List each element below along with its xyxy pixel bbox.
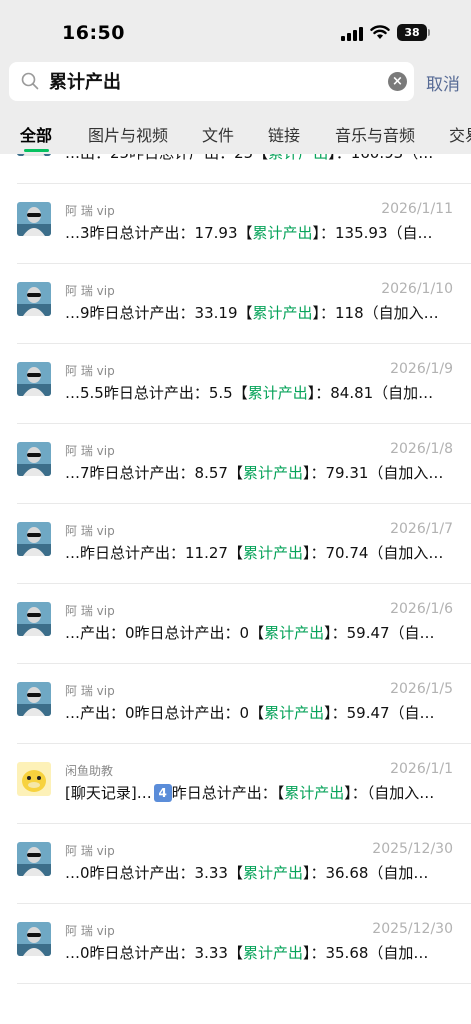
message-date: 2026/1/7 [390, 521, 453, 537]
wifi-icon [370, 25, 390, 39]
person-icon [17, 922, 51, 956]
message-snippet: …出：25昨日总计产出：25【累计产出】：160.93（… [65, 154, 457, 163]
result-item[interactable]: 阿 瑞 vip 2026/1/6 …产出：0昨日总计产出：0【累计产出】：59.… [0, 584, 471, 664]
search-results-list: …出：25昨日总计产出：25【累计产出】：160.93（… 阿 瑞 vip 20… [0, 154, 471, 1024]
message-snippet: …9昨日总计产出：33.19【累计产出】：118（自加入… [65, 304, 439, 322]
sender-name: 阿 瑞 vip [65, 684, 115, 698]
sender-name: 闲鱼助教 [65, 764, 114, 778]
message-date: 2026/1/9 [390, 361, 453, 377]
sender-name: 阿 瑞 vip [65, 284, 115, 298]
message-date: 2026/1/8 [390, 441, 453, 457]
sender-name: 阿 瑞 vip [65, 444, 115, 458]
avatar [17, 522, 51, 556]
duck-icon [17, 762, 51, 796]
message-snippet: …昨日总计产出：11.27【累计产出】：70.74（自加入… [65, 544, 444, 562]
search-input[interactable] [49, 70, 379, 91]
person-icon [17, 154, 51, 156]
avatar [17, 922, 51, 956]
battery-icon: 38 [397, 24, 430, 41]
result-item[interactable]: 阿 瑞 vip 2025/12/30 …0昨日总计产出：3.33【累计产出】：3… [0, 904, 471, 984]
message-snippet: …7昨日总计产出：8.57【累计产出】：79.31（自加入… [65, 464, 444, 482]
keycap-number-icon: 4 [153, 784, 172, 802]
search-icon [21, 72, 39, 90]
person-icon [17, 682, 51, 716]
tab-images-videos[interactable]: 图片与视频 [88, 122, 168, 146]
sender-name: 阿 瑞 vip [65, 844, 115, 858]
status-bar: 16:50 38 [0, 0, 471, 58]
message-date: 2026/1/1 [390, 761, 453, 777]
avatar [17, 682, 51, 716]
message-snippet: …5.5昨日总计产出：5.5【累计产出】：84.81（自加… [65, 384, 434, 402]
tab-files[interactable]: 文件 [202, 122, 234, 146]
message-date: 2026/1/6 [390, 601, 453, 617]
status-time: 16:50 [62, 22, 125, 44]
result-item[interactable]: 阿 瑞 vip 2026/1/9 …5.5昨日总计产出：5.5【累计产出】：84… [0, 344, 471, 424]
avatar [17, 362, 51, 396]
sender-name: 阿 瑞 vip [65, 604, 115, 618]
result-item[interactable]: 阿 瑞 vip 2026/1/11 …3昨日总计产出：17.93【累计产出】：1… [0, 184, 471, 264]
tab-all[interactable]: 全部 [20, 122, 52, 146]
person-icon [17, 602, 51, 636]
tab-links[interactable]: 链接 [268, 122, 300, 146]
result-item[interactable]: …出：25昨日总计产出：25【累计产出】：160.93（… [0, 154, 471, 184]
person-icon [17, 442, 51, 476]
avatar [17, 442, 51, 476]
active-tab-indicator [24, 149, 49, 152]
message-date: 2025/12/30 [372, 841, 453, 857]
cancel-button[interactable]: 取消 [426, 70, 460, 95]
message-date: 2026/1/10 [381, 281, 453, 297]
result-item[interactable]: 阿 瑞 vip 2026/1/10 …9昨日总计产出：33.19【累计产出】：1… [0, 264, 471, 344]
divider [17, 983, 471, 984]
sender-name: 阿 瑞 vip [65, 204, 115, 218]
avatar [17, 602, 51, 636]
message-snippet: …产出：0昨日总计产出：0【累计产出】：59.47（自… [65, 624, 435, 642]
avatar [17, 154, 51, 156]
message-date: 2025/12/30 [372, 921, 453, 937]
avatar [17, 842, 51, 876]
person-icon [17, 202, 51, 236]
sender-name: 阿 瑞 vip [65, 364, 115, 378]
avatar [17, 762, 51, 796]
message-snippet: …产出：0昨日总计产出：0【累计产出】：59.47（自… [65, 704, 435, 722]
cellular-signal-icon [341, 25, 363, 41]
tab-transactions[interactable]: 交易 [449, 122, 471, 146]
search-bar: × 取消 [0, 58, 471, 110]
avatar [17, 202, 51, 236]
message-snippet: …0昨日总计产出：3.33【累计产出】：35.68（自加… [65, 944, 429, 962]
person-icon [17, 522, 51, 556]
message-date: 2026/1/5 [390, 681, 453, 697]
result-item[interactable]: 阿 瑞 vip 2026/1/8 …7昨日总计产出：8.57【累计产出】：79.… [0, 424, 471, 504]
avatar [17, 282, 51, 316]
clear-icon[interactable]: × [388, 72, 407, 91]
tab-music-audio[interactable]: 音乐与音频 [335, 122, 415, 146]
search-box[interactable]: × [9, 62, 414, 101]
message-snippet: …0昨日总计产出：3.33【累计产出】：36.68（自加… [65, 864, 429, 882]
person-icon [17, 362, 51, 396]
status-icons: 38 [341, 24, 430, 41]
message-snippet: [聊天记录]… 4 昨日总计产出：【累计产出】：（自加入… [65, 784, 435, 802]
result-item[interactable]: 阿 瑞 vip 2026/1/7 …昨日总计产出：11.27【累计产出】：70.… [0, 504, 471, 584]
person-icon [17, 842, 51, 876]
sender-name: 阿 瑞 vip [65, 924, 115, 938]
sender-name: 阿 瑞 vip [65, 524, 115, 538]
result-item[interactable]: 阿 瑞 vip 2025/12/30 …0昨日总计产出：3.33【累计产出】：3… [0, 824, 471, 904]
result-item[interactable]: 闲鱼助教 2026/1/1 [聊天记录]… 4 昨日总计产出：【累计产出】：（自加入… [0, 744, 471, 824]
person-icon [17, 282, 51, 316]
message-snippet: …3昨日总计产出：17.93【累计产出】：135.93（自… [65, 224, 433, 242]
result-item[interactable]: 阿 瑞 vip 2026/1/5 …产出：0昨日总计产出：0【累计产出】：59.… [0, 664, 471, 744]
message-date: 2026/1/11 [381, 201, 453, 217]
filter-tabs: 全部 图片与视频 文件 链接 音乐与音频 交易 [0, 110, 471, 154]
